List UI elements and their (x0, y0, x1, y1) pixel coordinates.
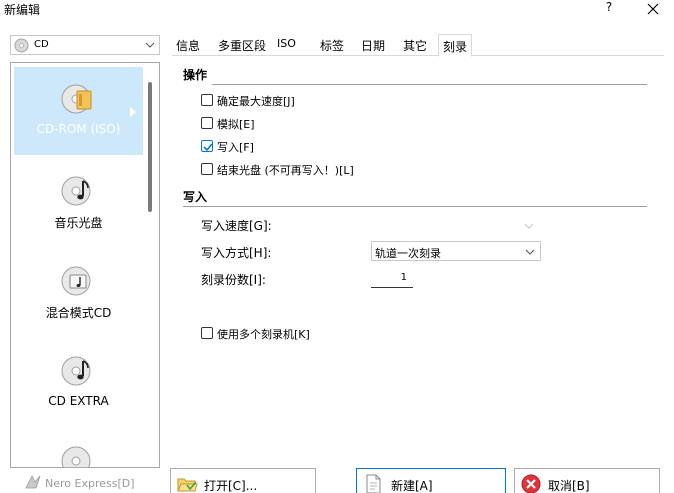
chevron-down-icon (145, 42, 155, 48)
title-bar (0, 0, 674, 20)
open-button[interactable]: 打开[C]... (170, 468, 316, 493)
finalize-disc-checkbox[interactable]: 结束光盘 (不可再写入！)[L] (201, 162, 461, 178)
write-speed-label: 写入速度[G]: (201, 219, 272, 233)
checkbox-label: 结束光盘 (不可再写入！)[L] (217, 164, 354, 177)
close-button[interactable] (644, 0, 662, 18)
cd-rom-folder-icon (61, 84, 92, 114)
section-divider (212, 84, 647, 85)
selection-arrow-icon (130, 107, 136, 117)
disc-type-cd-rom-iso[interactable]: CD-ROM (ISO) (14, 67, 143, 155)
open-button-label: 打开[C]... (204, 479, 258, 493)
disc-icon (61, 446, 91, 467)
disc-type-audio-cd[interactable]: 音乐光盘 (14, 159, 143, 247)
chevron-down-icon (525, 249, 535, 255)
section-divider (183, 206, 647, 207)
chevron-down-icon (524, 223, 534, 229)
disc-list-scrollbar[interactable] (148, 82, 152, 212)
use-multiple-recorders-checkbox[interactable]: 使用多个刻录机[K] (201, 326, 401, 342)
checkbox-box (201, 94, 213, 106)
determine-max-speed-checkbox[interactable]: 确定最大速度[J] (201, 93, 401, 109)
cd-type-select[interactable]: CD (10, 35, 160, 55)
disc-type-cd-extra[interactable]: CD EXTRA (14, 339, 143, 427)
tab-misc[interactable]: 其它 (399, 34, 431, 56)
checkbox-label: 使用多个刻录机[K] (217, 328, 310, 341)
nero-express-label: Nero Express[D] (45, 477, 135, 490)
disc-type-mixed-mode-cd[interactable]: 混合模式CD (14, 249, 143, 337)
write-checkbox[interactable]: 写入[F] (201, 139, 401, 155)
disc-type-label: 混合模式CD (45, 306, 112, 320)
section-title-write: 写入 (183, 190, 208, 204)
tab-multisession[interactable]: 多重区段 (214, 34, 270, 56)
close-icon (647, 3, 659, 15)
disc-type-label: 音乐光盘 (54, 216, 103, 230)
disc-type-more[interactable] (14, 429, 143, 467)
help-button[interactable]: ? (600, 0, 618, 18)
simulate-checkbox[interactable]: 模拟[E] (201, 116, 401, 132)
checkbox-box (201, 163, 213, 175)
checkbox-label: 写入[F] (217, 141, 254, 154)
write-mode-value: 轨道一次刻录 (375, 247, 441, 260)
nero-express-icon (25, 475, 41, 489)
tab-burn[interactable]: 刻录 (438, 34, 473, 57)
new-document-icon (366, 474, 381, 493)
checkbox-label: 确定最大速度[J] (217, 95, 295, 108)
window-title: 新编辑 (4, 3, 41, 17)
new-button-label: 新建[A] (391, 479, 433, 493)
write-mode-select[interactable]: 轨道一次刻录 (371, 241, 541, 261)
tab-bar: 信息 多重区段 ISO 标签 日期 其它 刻录 (172, 34, 664, 57)
checkbox-box (201, 327, 213, 339)
tab-info[interactable]: 信息 (172, 34, 204, 56)
disc-type-label: CD-ROM (ISO) (36, 122, 121, 136)
cancel-button[interactable]: 取消[B] (514, 468, 660, 493)
disc-type-list[interactable]: CD-ROM (ISO) 音乐光盘 混合模式CD CD EXTRA (10, 62, 160, 468)
mixed-mode-disc-icon (61, 266, 91, 296)
section-title-action: 操作 (183, 68, 208, 82)
write-speed-select (371, 216, 541, 235)
tab-iso[interactable]: ISO (273, 34, 300, 56)
cancel-button-label: 取消[B] (548, 479, 590, 493)
cd-icon (14, 38, 29, 53)
tab-date[interactable]: 日期 (357, 34, 389, 56)
disc-type-label: CD EXTRA (48, 394, 109, 408)
checkbox-box (201, 117, 213, 129)
checkbox-label: 模拟[E] (217, 118, 255, 131)
checkmark-icon (203, 143, 213, 152)
checkbox-box-checked (201, 140, 213, 152)
copies-input[interactable] (371, 268, 413, 288)
new-button[interactable]: 新建[A] (356, 468, 506, 493)
cancel-icon (521, 474, 541, 493)
music-disc-icon (61, 176, 91, 206)
copies-label: 刻录份数[I]: (201, 273, 266, 287)
open-folder-icon (177, 478, 198, 492)
nero-express-button[interactable]: Nero Express[D] (10, 472, 160, 492)
tab-label[interactable]: 标签 (316, 34, 348, 56)
cd-extra-disc-icon (61, 356, 91, 386)
write-mode-label: 写入方式[H]: (201, 246, 272, 260)
cd-type-value: CD (34, 39, 49, 50)
